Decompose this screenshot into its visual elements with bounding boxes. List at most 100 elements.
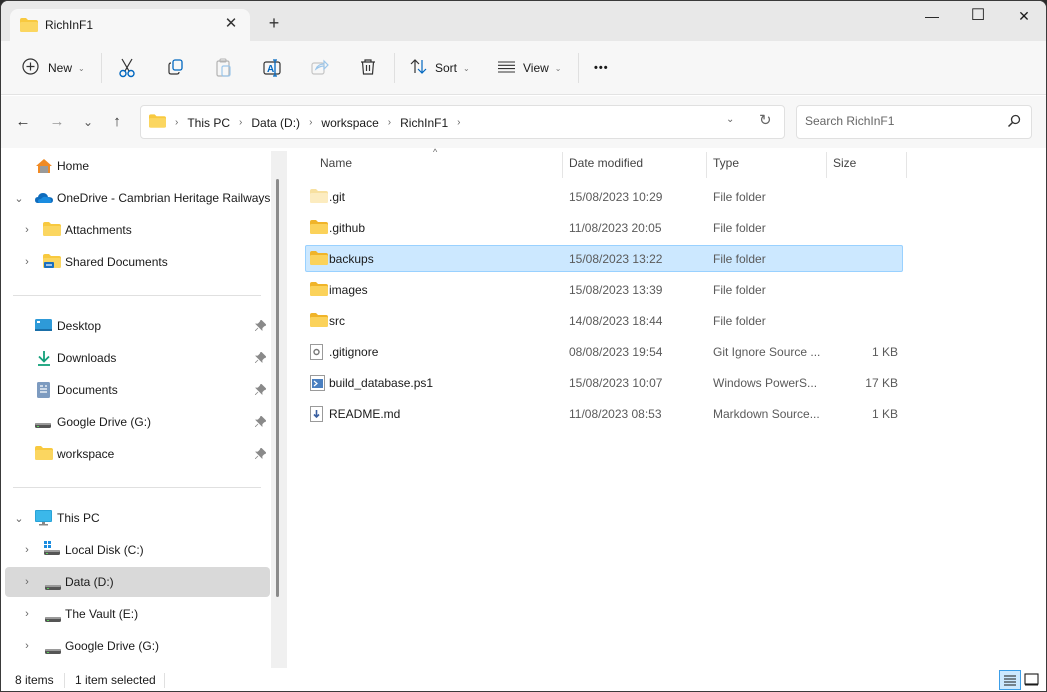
file-row[interactable]: backups 15/08/2023 13:22 File folder [305,245,903,272]
breadcrumb-separator-icon[interactable]: › [457,117,460,128]
navigation-bar: ← → ⌄ ↑ › This PC › Data (D:) › workspac… [1,96,1046,148]
sidebar-item-the-vault-e[interactable]: › The Vault (E:) [5,599,270,629]
rename-icon[interactable]: A [263,58,283,78]
toolbar-divider [578,53,579,83]
close-tab-button[interactable]: ✕ [221,14,241,34]
drive-icon [45,644,63,660]
sidebar-item-label: Google Drive (G:) [65,639,160,653]
drive-icon [35,418,53,434]
maximize-button[interactable]: ☐ [955,5,1001,29]
large-icons-view-button[interactable] [1022,670,1044,690]
file-date-modified: 15/08/2023 10:29 [569,190,663,204]
status-divider [164,673,165,688]
column-divider[interactable] [562,152,563,178]
file-row[interactable]: build_database.ps1 15/08/2023 10:07 Window… [305,369,903,396]
sidebar-item-google-drive-g[interactable]: › Google Drive (G:) [5,631,270,661]
sidebar-item-data-d[interactable]: › Data (D:) [5,567,270,597]
breadcrumb-separator-icon[interactable]: › [309,117,312,128]
folder-icon [310,313,328,330]
cut-icon[interactable] [118,58,138,78]
sidebar-item-local-disk-c[interactable]: › Local Disk (C:) [5,535,270,565]
sidebar-item-downloads[interactable]: Downloads [5,343,270,373]
scrollbar-thumb[interactable] [276,179,279,597]
chevron-down-icon[interactable]: ⌄ [13,512,25,525]
chevron-right-icon[interactable]: › [21,544,33,556]
address-history-dropdown[interactable]: ⌄ [726,114,734,125]
breadcrumb-separator-icon[interactable]: › [388,117,391,128]
file-type: File folder [713,252,766,266]
details-view-button[interactable] [999,670,1021,690]
sidebar-item-shared-documents[interactable]: › Shared Documents [5,247,270,277]
sidebar-item-label: This PC [57,511,100,525]
sort-button[interactable]: Sort ⌄ [410,53,470,83]
breadcrumb-this-pc[interactable]: This PC [187,116,230,130]
file-name: .github [329,221,366,235]
share-icon[interactable] [311,58,331,78]
close-window-button[interactable]: ✕ [1001,5,1046,29]
back-button[interactable]: ← [14,113,32,131]
column-header-name[interactable]: Name [320,156,352,170]
new-tab-button[interactable]: + [264,13,284,33]
breadcrumb-richinf1[interactable]: RichInF1 [400,116,448,130]
chevron-right-icon[interactable]: › [21,224,33,236]
file-list: ^ Name Date modified Type Size .git 15/08… [288,147,1046,668]
pin-icon[interactable] [254,415,267,430]
folder-icon [35,446,53,462]
selection-count: 1 item selected [75,673,156,687]
chevron-right-icon[interactable]: › [21,608,33,620]
file-name: README.md [329,407,401,421]
column-divider[interactable] [706,152,707,178]
file-row[interactable]: images 15/08/2023 13:39 File folder [305,276,903,303]
column-divider[interactable] [826,152,827,178]
forward-button[interactable]: → [48,113,66,131]
file-row[interactable]: .github 11/08/2023 20:05 File folder [305,214,903,241]
pin-icon[interactable] [254,383,267,398]
copy-icon[interactable] [167,58,187,78]
sidebar-item-workspace[interactable]: workspace [5,439,270,469]
sidebar-item-this-pc[interactable]: ⌄ This PC [5,503,270,533]
file-explorer-window: RichInF1 ✕ + — ☐ ✕ New ⌄ A Sort ⌄ View ⌄… [0,0,1047,692]
recent-locations-button[interactable]: ⌄ [79,113,97,131]
column-header-date-modified[interactable]: Date modified [569,156,643,170]
sidebar-item-documents[interactable]: Documents [5,375,270,405]
file-row[interactable]: src 14/08/2023 18:44 File folder [305,307,903,334]
pin-icon[interactable] [254,351,267,366]
pin-icon[interactable] [254,447,267,462]
search-box[interactable] [796,105,1032,139]
file-row[interactable]: .git 15/08/2023 10:29 File folder [305,183,903,210]
sidebar-scrollbar[interactable] [271,151,287,668]
view-button[interactable]: View ⌄ [498,53,562,83]
column-header-size[interactable]: Size [833,156,856,170]
folder-icon [149,114,166,131]
sidebar-item-attachments[interactable]: › Attachments [5,215,270,245]
powershell-file-icon [310,375,326,394]
file-row[interactable]: .gitignore 08/08/2023 19:54 Git Ignore Sou… [305,338,903,365]
search-icon[interactable] [1007,114,1021,131]
breadcrumb-data-d[interactable]: Data (D:) [251,116,300,130]
paste-icon[interactable] [215,58,235,78]
chevron-right-icon[interactable]: › [21,640,33,652]
pin-icon[interactable] [254,319,267,334]
up-button[interactable]: ↑ [108,113,126,131]
search-input[interactable] [805,114,995,128]
chevron-right-icon[interactable]: › [21,576,33,588]
sidebar-item-desktop[interactable]: Desktop [5,311,270,341]
delete-icon[interactable] [359,58,379,78]
more-options-button[interactable]: ••• [594,53,609,83]
sidebar-item-onedrive[interactable]: ⌄ OneDrive - Cambrian Heritage Railways [5,183,270,213]
column-header-type[interactable]: Type [713,156,739,170]
sidebar-item-label: OneDrive - Cambrian Heritage Railways [57,191,271,205]
refresh-icon[interactable]: ↻ [759,111,772,129]
chevron-down-icon[interactable]: ⌄ [13,192,25,205]
minimize-button[interactable]: — [909,5,955,29]
tab-richinf1[interactable]: RichInF1 ✕ [10,9,250,41]
chevron-right-icon[interactable]: › [21,256,33,268]
new-button[interactable]: New ⌄ [22,53,85,83]
address-bar[interactable]: › This PC › Data (D:) › workspace › Rich… [140,105,785,139]
sidebar-item-home[interactable]: Home [5,151,270,181]
breadcrumb-separator-icon[interactable]: › [239,117,242,128]
sidebar-item-google-drive-pinned[interactable]: Google Drive (G:) [5,407,270,437]
file-row[interactable]: README.md 11/08/2023 08:53 Markdown Source… [305,400,903,427]
column-divider[interactable] [906,152,907,178]
breadcrumb-workspace[interactable]: workspace [321,116,378,130]
